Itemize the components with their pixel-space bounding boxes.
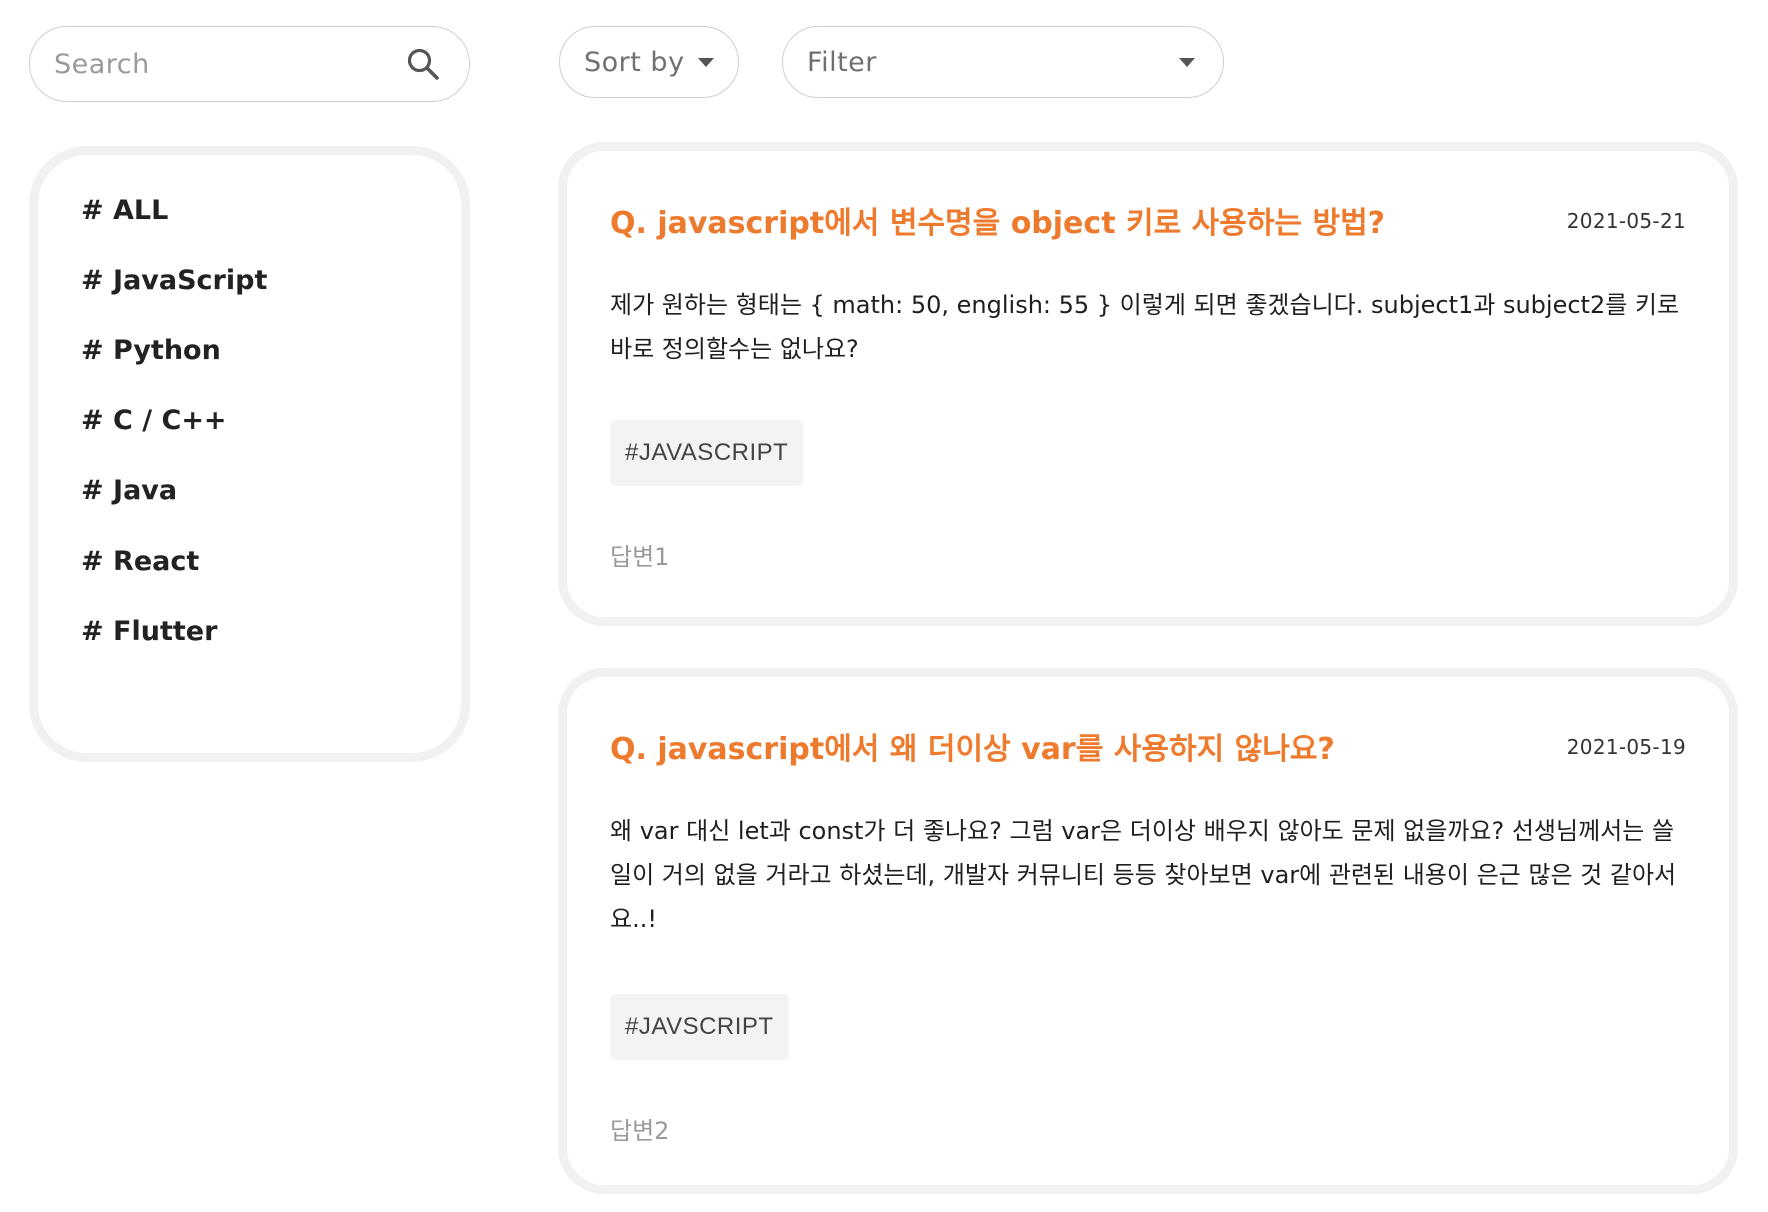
- filter-dropdown[interactable]: Filter: [782, 26, 1224, 98]
- sidebar-item-c-cpp[interactable]: # C / C++: [81, 405, 227, 436]
- sort-by-dropdown[interactable]: Sort by: [559, 26, 739, 98]
- answer-count[interactable]: 답변1: [610, 537, 669, 572]
- question-body: 제가 원하는 형태는 { math: 50, english: 55 } 이렇게…: [610, 291, 1680, 363]
- search-icon[interactable]: [405, 46, 441, 82]
- question-tag[interactable]: #JAVSCRIPT: [610, 994, 789, 1060]
- search-box[interactable]: [29, 26, 470, 102]
- chevron-down-icon: [698, 57, 714, 67]
- question-card[interactable]: Q. javascript에서 왜 더이상 var를 사용하지 않나요? 202…: [558, 668, 1738, 1194]
- question-tag[interactable]: #JAVASCRIPT: [610, 420, 804, 486]
- sort-by-label: Sort by: [584, 46, 685, 78]
- sidebar-item-java[interactable]: # Java: [81, 475, 177, 506]
- sidebar-item-python[interactable]: # Python: [81, 335, 221, 366]
- question-card[interactable]: Q. javascript에서 변수명을 object 키로 사용하는 방법? …: [558, 142, 1738, 626]
- question-date: 2021-05-21: [1566, 209, 1686, 233]
- question-title[interactable]: Q. javascript에서 변수명을 object 키로 사용하는 방법?: [610, 198, 1385, 242]
- sidebar-item-javascript[interactable]: # JavaScript: [81, 265, 267, 296]
- chevron-down-icon: [1179, 57, 1195, 67]
- sidebar-item-all[interactable]: # ALL: [81, 195, 168, 226]
- question-body: 왜 var 대신 let과 const가 더 좋나요? 그럼 var은 더이상 …: [610, 817, 1677, 933]
- qna-page: Sort by Filter # ALL # JavaScript # Pyth…: [0, 0, 1768, 1212]
- category-sidebar: # ALL # JavaScript # Python # C / C++ # …: [29, 146, 470, 762]
- search-input[interactable]: [52, 47, 405, 81]
- question-date: 2021-05-19: [1566, 735, 1686, 759]
- filter-label: Filter: [807, 46, 877, 78]
- question-title[interactable]: Q. javascript에서 왜 더이상 var를 사용하지 않나요?: [610, 724, 1335, 768]
- sidebar-item-react[interactable]: # React: [81, 546, 199, 577]
- sidebar-item-flutter[interactable]: # Flutter: [81, 616, 217, 647]
- answer-count[interactable]: 답변2: [610, 1111, 669, 1146]
